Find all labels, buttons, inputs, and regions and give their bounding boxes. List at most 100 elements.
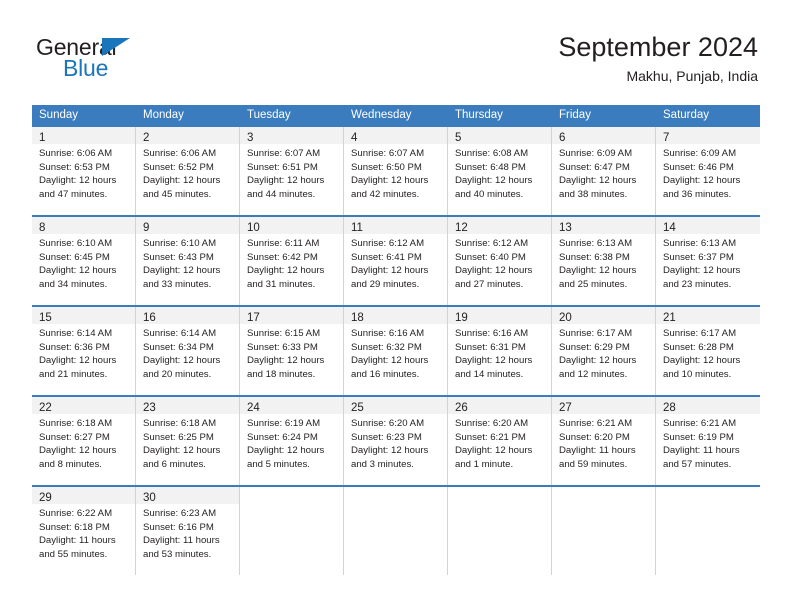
daylight-text-line2: and 33 minutes. bbox=[143, 278, 212, 290]
day-sun-info: Sunrise: 6:15 AM Sunset: 6:33 PM Daylight:… bbox=[240, 324, 343, 381]
weekday-header-friday: Friday bbox=[552, 105, 656, 127]
day-number: 20 bbox=[559, 312, 572, 324]
calendar-day-cell[interactable]: 11 Sunrise: 6:12 AM Sunset: 6:41 PM Dayligh… bbox=[344, 217, 448, 305]
calendar-day-cell[interactable]: 12 Sunrise: 6:12 AM Sunset: 6:40 PM Dayligh… bbox=[448, 217, 552, 305]
calendar-day-cell[interactable]: 4 Sunrise: 6:07 AM Sunset: 6:50 PM Daylight… bbox=[344, 127, 448, 215]
day-number: 25 bbox=[351, 402, 364, 414]
calendar-day-cell[interactable]: 9 Sunrise: 6:10 AM Sunset: 6:43 PM Daylight… bbox=[136, 217, 240, 305]
calendar-day-cell[interactable]: 14 Sunrise: 6:13 AM Sunset: 6:37 PM Dayligh… bbox=[656, 217, 760, 305]
day-number: 24 bbox=[247, 402, 260, 414]
calendar-day-cell[interactable]: 23 Sunrise: 6:18 AM Sunset: 6:25 PM Dayligh… bbox=[136, 397, 240, 485]
sunset-text: Sunset: 6:53 PM bbox=[39, 161, 110, 173]
day-number-band: 25 bbox=[344, 397, 447, 414]
sunrise-text: Sunrise: 6:19 AM bbox=[247, 418, 321, 429]
daylight-text-line1: Daylight: 12 hours bbox=[455, 355, 533, 367]
sunset-text: Sunset: 6:36 PM bbox=[39, 341, 110, 353]
day-sun-info: Sunrise: 6:09 AM Sunset: 6:47 PM Daylight:… bbox=[552, 144, 655, 201]
sunrise-text: Sunrise: 6:08 AM bbox=[455, 148, 529, 159]
calendar-day-cell[interactable]: 26 Sunrise: 6:20 AM Sunset: 6:21 PM Dayligh… bbox=[448, 397, 552, 485]
calendar-day-cell[interactable]: 17 Sunrise: 6:15 AM Sunset: 6:33 PM Dayligh… bbox=[240, 307, 344, 395]
sunrise-text: Sunrise: 6:07 AM bbox=[247, 148, 321, 159]
daylight-text-line1: Daylight: 12 hours bbox=[455, 445, 533, 457]
day-sun-info: Sunrise: 6:19 AM Sunset: 6:24 PM Daylight:… bbox=[240, 414, 343, 471]
calendar-day-cell[interactable]: 13 Sunrise: 6:13 AM Sunset: 6:38 PM Dayligh… bbox=[552, 217, 656, 305]
daylight-text-line1: Daylight: 12 hours bbox=[39, 265, 117, 277]
sunrise-text: Sunrise: 6:07 AM bbox=[351, 148, 425, 159]
sunset-text: Sunset: 6:42 PM bbox=[247, 251, 318, 263]
brand-name-blue: Blue bbox=[63, 55, 109, 81]
day-sun-info bbox=[240, 504, 343, 507]
calendar-day-cell[interactable]: 29 Sunrise: 6:22 AM Sunset: 6:18 PM Dayligh… bbox=[32, 487, 136, 575]
calendar-day-cell[interactable]: 10 Sunrise: 6:11 AM Sunset: 6:42 PM Dayligh… bbox=[240, 217, 344, 305]
sunset-text: Sunset: 6:32 PM bbox=[351, 341, 422, 353]
calendar-day-cell[interactable]: 3 Sunrise: 6:07 AM Sunset: 6:51 PM Daylight… bbox=[240, 127, 344, 215]
calendar-day-cell[interactable]: 28 Sunrise: 6:21 AM Sunset: 6:19 PM Dayligh… bbox=[656, 397, 760, 485]
day-number: 1 bbox=[39, 132, 46, 144]
sunset-text: Sunset: 6:19 PM bbox=[663, 431, 734, 443]
day-number-band bbox=[656, 487, 760, 504]
calendar-day-cell[interactable]: 15 Sunrise: 6:14 AM Sunset: 6:36 PM Dayligh… bbox=[32, 307, 136, 395]
day-number: 5 bbox=[455, 132, 462, 144]
day-sun-info: Sunrise: 6:21 AM Sunset: 6:19 PM Daylight:… bbox=[656, 414, 760, 471]
calendar-day-cell[interactable]: 27 Sunrise: 6:21 AM Sunset: 6:20 PM Dayligh… bbox=[552, 397, 656, 485]
sunset-text: Sunset: 6:21 PM bbox=[455, 431, 526, 443]
sunrise-text: Sunrise: 6:12 AM bbox=[351, 238, 425, 249]
day-sun-info: Sunrise: 6:11 AM Sunset: 6:42 PM Daylight:… bbox=[240, 234, 343, 291]
calendar-day-cell[interactable]: 30 Sunrise: 6:23 AM Sunset: 6:16 PM Dayligh… bbox=[136, 487, 240, 575]
day-number-band: 6 bbox=[552, 127, 655, 144]
sunset-text: Sunset: 6:43 PM bbox=[143, 251, 214, 263]
calendar-day-cell[interactable]: 25 Sunrise: 6:20 AM Sunset: 6:23 PM Dayligh… bbox=[344, 397, 448, 485]
day-number: 10 bbox=[247, 222, 260, 234]
day-sun-info: Sunrise: 6:20 AM Sunset: 6:23 PM Daylight:… bbox=[344, 414, 447, 471]
sunset-text: Sunset: 6:45 PM bbox=[39, 251, 110, 263]
day-sun-info: Sunrise: 6:10 AM Sunset: 6:45 PM Daylight:… bbox=[32, 234, 135, 291]
daylight-text-line2: and 12 minutes. bbox=[559, 368, 628, 380]
calendar-day-cell[interactable]: 5 Sunrise: 6:08 AM Sunset: 6:48 PM Daylight… bbox=[448, 127, 552, 215]
daylight-text-line2: and 38 minutes. bbox=[559, 188, 628, 200]
sunrise-text: Sunrise: 6:16 AM bbox=[351, 328, 425, 339]
day-number-band bbox=[552, 487, 655, 504]
day-number-band: 18 bbox=[344, 307, 447, 324]
calendar-day-cell[interactable]: 22 Sunrise: 6:18 AM Sunset: 6:27 PM Dayligh… bbox=[32, 397, 136, 485]
daylight-text-line1: Daylight: 12 hours bbox=[455, 175, 533, 187]
brand-logo[interactable]: General Blue bbox=[34, 34, 284, 92]
day-number: 2 bbox=[143, 132, 150, 144]
calendar-day-cell[interactable]: 20 Sunrise: 6:17 AM Sunset: 6:29 PM Dayligh… bbox=[552, 307, 656, 395]
daylight-text-line2: and 3 minutes. bbox=[351, 458, 414, 470]
sunrise-text: Sunrise: 6:17 AM bbox=[663, 328, 737, 339]
day-sun-info: Sunrise: 6:13 AM Sunset: 6:38 PM Daylight:… bbox=[552, 234, 655, 291]
daylight-text-line2: and 45 minutes. bbox=[143, 188, 212, 200]
daylight-text-line2: and 40 minutes. bbox=[455, 188, 524, 200]
calendar-day-cell[interactable]: 24 Sunrise: 6:19 AM Sunset: 6:24 PM Dayligh… bbox=[240, 397, 344, 485]
calendar-day-cell[interactable]: 19 Sunrise: 6:16 AM Sunset: 6:31 PM Dayligh… bbox=[448, 307, 552, 395]
calendar-day-cell[interactable]: 2 Sunrise: 6:06 AM Sunset: 6:52 PM Daylight… bbox=[136, 127, 240, 215]
day-sun-info: Sunrise: 6:06 AM Sunset: 6:53 PM Daylight:… bbox=[32, 144, 135, 201]
day-number-band: 12 bbox=[448, 217, 551, 234]
calendar-day-cell[interactable]: 21 Sunrise: 6:17 AM Sunset: 6:28 PM Dayligh… bbox=[656, 307, 760, 395]
day-number: 14 bbox=[663, 222, 676, 234]
sunrise-text: Sunrise: 6:18 AM bbox=[39, 418, 113, 429]
daylight-text-line1: Daylight: 11 hours bbox=[663, 445, 740, 457]
calendar-day-cell[interactable]: 18 Sunrise: 6:16 AM Sunset: 6:32 PM Dayligh… bbox=[344, 307, 448, 395]
sunset-text: Sunset: 6:33 PM bbox=[247, 341, 318, 353]
day-number-band: 9 bbox=[136, 217, 239, 234]
day-number: 12 bbox=[455, 222, 468, 234]
sunrise-text: Sunrise: 6:10 AM bbox=[143, 238, 217, 249]
daylight-text-line2: and 53 minutes. bbox=[143, 548, 212, 560]
daylight-text-line2: and 34 minutes. bbox=[39, 278, 108, 290]
sunrise-text: Sunrise: 6:06 AM bbox=[39, 148, 113, 159]
sunrise-text: Sunrise: 6:14 AM bbox=[143, 328, 217, 339]
calendar-day-cell[interactable]: 16 Sunrise: 6:14 AM Sunset: 6:34 PM Dayligh… bbox=[136, 307, 240, 395]
day-sun-info: Sunrise: 6:17 AM Sunset: 6:29 PM Daylight:… bbox=[552, 324, 655, 381]
calendar-day-cell[interactable]: 8 Sunrise: 6:10 AM Sunset: 6:45 PM Daylight… bbox=[32, 217, 136, 305]
day-sun-info bbox=[344, 504, 447, 507]
sunrise-text: Sunrise: 6:21 AM bbox=[559, 418, 633, 429]
daylight-text-line1: Daylight: 12 hours bbox=[39, 175, 117, 187]
calendar-day-cell[interactable]: 6 Sunrise: 6:09 AM Sunset: 6:47 PM Daylight… bbox=[552, 127, 656, 215]
calendar-day-cell[interactable]: 1 Sunrise: 6:06 AM Sunset: 6:53 PM Daylight… bbox=[32, 127, 136, 215]
day-number-band: 15 bbox=[32, 307, 135, 324]
calendar-day-cell[interactable]: 7 Sunrise: 6:09 AM Sunset: 6:46 PM Daylight… bbox=[656, 127, 760, 215]
calendar-week-row: 15 Sunrise: 6:14 AM Sunset: 6:36 PM Dayligh… bbox=[32, 305, 760, 395]
daylight-text-line1: Daylight: 12 hours bbox=[247, 445, 325, 457]
day-number: 29 bbox=[39, 492, 52, 504]
